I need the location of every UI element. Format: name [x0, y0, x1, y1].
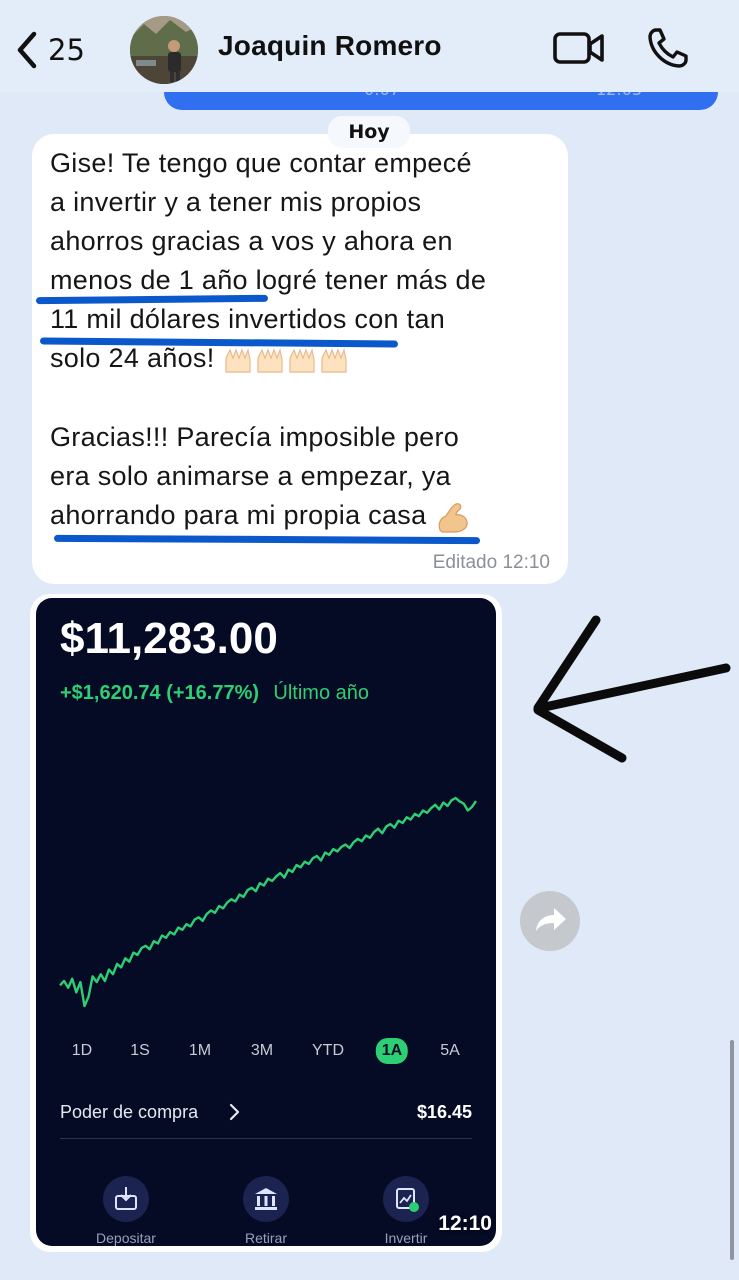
buying-power-row: Poder de compra $16.45: [60, 1098, 472, 1132]
avatar[interactable]: [130, 16, 198, 84]
raising-hands-emoji-icon: [225, 347, 347, 373]
message-status: Editado 12:10: [432, 552, 550, 573]
date-separator: Hoy: [328, 116, 410, 148]
back-button[interactable]: 25: [14, 26, 85, 74]
range-1d: 1D: [71, 1042, 93, 1059]
portfolio-balance: $11,283.00: [60, 614, 278, 663]
message-text: ahorrando para mi propia casa: [50, 500, 427, 531]
avatar-photo: [130, 16, 198, 84]
range-3m: 3M: [250, 1042, 274, 1059]
range-ytd: YTD: [312, 1042, 344, 1059]
message-line: menos de 1 año logré tener más de: [50, 265, 487, 295]
annotation-arrow-icon: [533, 615, 731, 763]
range-5a: 5A: [440, 1042, 460, 1059]
nav-label: Retirar: [244, 1230, 287, 1246]
message-line: 11 mil dólares invertidos con tan: [50, 304, 446, 334]
image-timestamp: 12:10: [438, 1212, 492, 1235]
message-line: ahorros gracias a vos y ahora en: [50, 226, 453, 256]
chat-header: 25 Joaquin Romero: [0, 0, 739, 92]
gain-period: Último año: [273, 682, 370, 704]
time-range-selector: 1D 1S 1M 3M YTD 1A 5A: [66, 1038, 476, 1066]
chevron-right-icon: [229, 1103, 240, 1121]
contact-name[interactable]: Joaquin Romero: [218, 30, 442, 62]
app-bottom-nav: Depositar Retirar Invertir: [36, 1176, 496, 1246]
gain-row: +$1,620.74 (+16.77%) Último año: [60, 680, 369, 705]
divider: [60, 1138, 472, 1139]
chevron-left-icon: [17, 31, 37, 69]
forward-button[interactable]: [520, 891, 580, 951]
phone-icon: [648, 28, 688, 68]
nav-depositar: Depositar: [76, 1176, 176, 1246]
buying-power-label: Poder de compra: [60, 1102, 199, 1122]
bank-icon: [243, 1176, 289, 1222]
message-line: a invertir y a tener mis propios: [50, 187, 422, 217]
buying-power-value: $16.45: [416, 1102, 472, 1122]
range-1a-active: 1A: [375, 1038, 409, 1064]
flexed-biceps-emoji-icon: [438, 503, 468, 533]
underline-annotation: [35, 294, 269, 305]
chart-series-line: [59, 796, 477, 1008]
image-message-bubble[interactable]: $11,283.00 +$1,620.74 (+16.77%) Último a…: [30, 594, 502, 1252]
message-line-with-emoji: solo 24 años!: [50, 343, 354, 374]
message-text: solo 24 años!: [50, 343, 215, 373]
range-1s: 1S: [130, 1042, 150, 1059]
nav-retirar: Retirar: [216, 1176, 316, 1246]
scrollbar[interactable]: [730, 1040, 734, 1260]
invest-chart-icon: [383, 1176, 429, 1222]
message-line: era solo animarse a empezar, ya: [50, 461, 451, 491]
incoming-message-bubble[interactable]: Gise! Te tengo que contar empecé a inver…: [32, 134, 568, 584]
underline-annotation: [53, 534, 481, 545]
voice-call-button[interactable]: [646, 26, 690, 74]
deposit-icon: [103, 1176, 149, 1222]
portfolio-line-chart: [59, 796, 477, 1008]
forward-arrow-icon: [536, 908, 566, 931]
video-camera-icon: [553, 32, 604, 64]
portfolio-gain: +$1,620.74 (+16.77%): [60, 682, 260, 704]
investment-app-screenshot: $11,283.00 +$1,620.74 (+16.77%) Último a…: [36, 598, 496, 1246]
message-line-with-emoji: ahorrando para mi propia casa: [50, 500, 472, 534]
message-line: Gracias!!! Parecía imposible pero: [50, 422, 460, 452]
range-1m: 1M: [188, 1042, 212, 1059]
nav-label: Depositar: [96, 1230, 156, 1246]
video-call-button[interactable]: [552, 28, 606, 72]
unread-count: 25: [48, 33, 85, 67]
message-line: Gise! Te tengo que contar empecé: [50, 148, 472, 178]
